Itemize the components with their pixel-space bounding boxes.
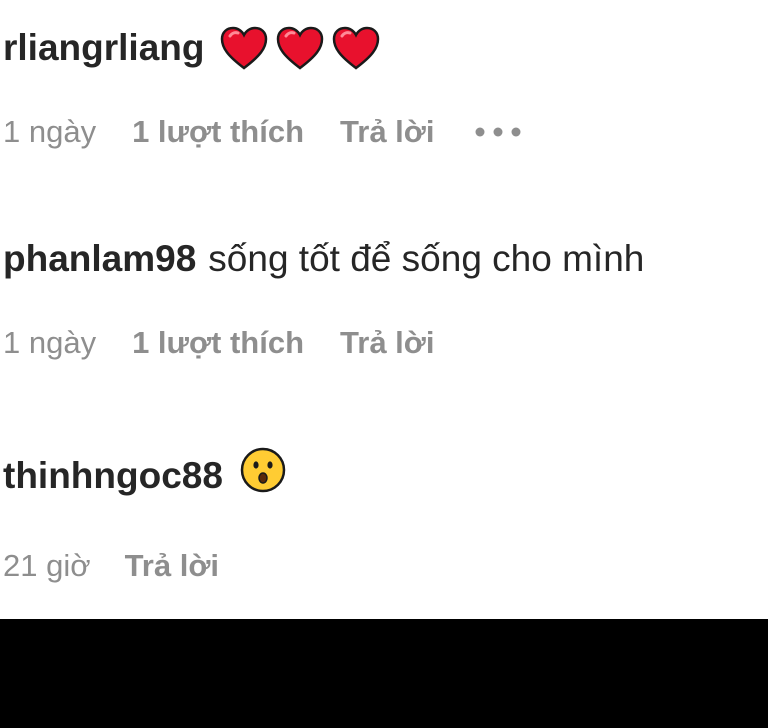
reply-button[interactable]: Trả lời: [340, 323, 434, 363]
comment-likes[interactable]: 1 lượt thích: [132, 112, 304, 152]
heart-icon: [220, 26, 268, 70]
comment-meta: 21 giờ Trả lời: [3, 546, 768, 586]
reply-button[interactable]: Trả lời: [340, 112, 434, 152]
comment-body: thinhngoc88: [3, 446, 768, 506]
comment-time[interactable]: 1 ngày: [3, 112, 96, 152]
heart-icon: [332, 26, 380, 70]
reply-button[interactable]: Trả lời: [125, 546, 219, 586]
comment-username[interactable]: thinhngoc88: [3, 452, 223, 500]
comment-emojis: [239, 446, 287, 506]
comment-item: rliangrliang 1 ngày 1 lượt thích Trả lời: [3, 24, 768, 152]
comment-likes[interactable]: 1 lượt thích: [132, 323, 304, 363]
comment-body: rliangrliang: [3, 24, 768, 72]
comment-username[interactable]: phanlam98: [3, 235, 196, 283]
comment-time[interactable]: 1 ngày: [3, 323, 96, 363]
heart-icon: [276, 26, 324, 70]
comment-text: sống tốt để sống cho mình: [208, 238, 645, 279]
bottom-bar: [0, 619, 768, 728]
comment-meta: 1 ngày 1 lượt thích Trả lời: [3, 112, 768, 152]
comment-item: thinhngoc88 21 giờ Trả lời: [3, 446, 768, 586]
comment-meta: 1 ngày 1 lượt thích Trả lời: [3, 323, 768, 363]
comment-body: phanlam98 sống tốt để sống cho mình: [3, 235, 768, 283]
comment-item: phanlam98 sống tốt để sống cho mình 1 ng…: [3, 235, 768, 363]
comment-username[interactable]: rliangrliang: [3, 24, 204, 72]
surprised-face-icon: [239, 446, 287, 506]
comment-time[interactable]: 21 giờ: [3, 546, 91, 586]
more-options-icon[interactable]: [474, 126, 522, 138]
comment-emojis: [220, 26, 380, 70]
